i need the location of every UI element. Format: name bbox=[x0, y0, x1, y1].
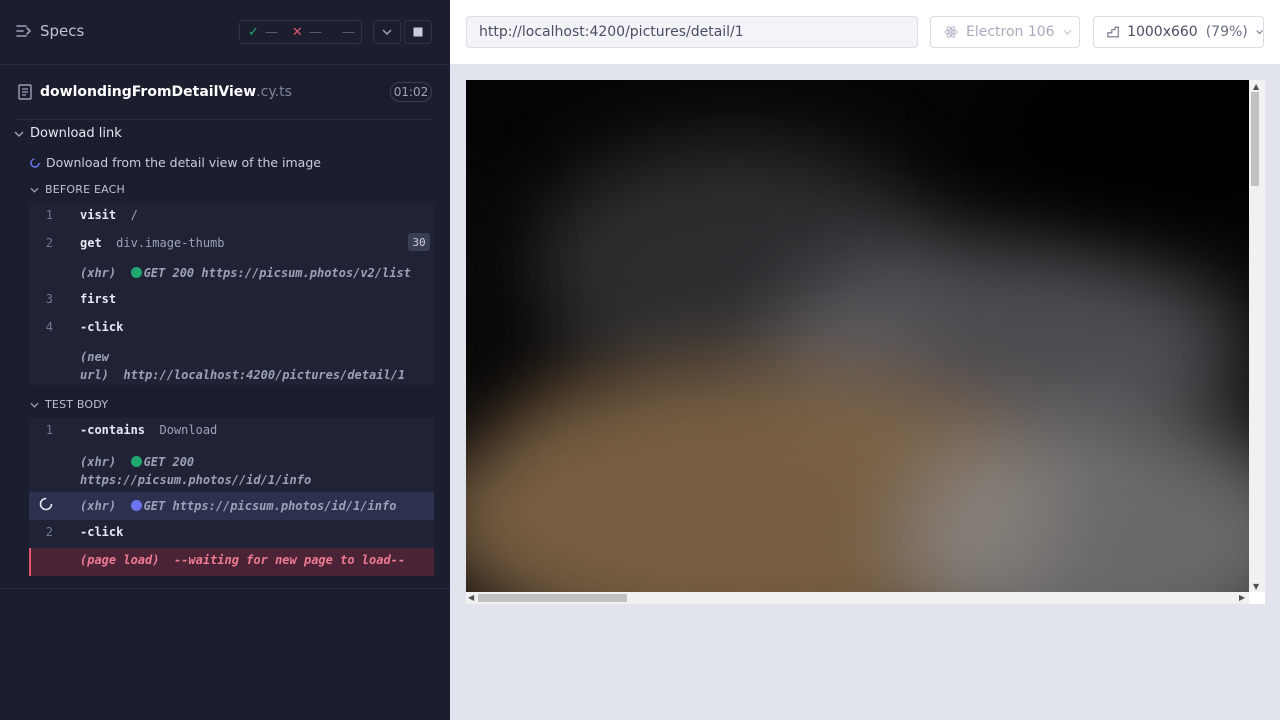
suite-title-row[interactable]: Download link bbox=[14, 126, 122, 141]
spec-file-basename: dowlondingFromDetailView bbox=[40, 84, 257, 100]
xhr-url: https://picsum.photos//id/1/info bbox=[80, 473, 312, 487]
command-name: get bbox=[80, 236, 102, 250]
test-title: Download from the detail view of the ima… bbox=[46, 155, 321, 170]
chevron-down-icon bbox=[1063, 29, 1072, 35]
running-spinner-icon bbox=[30, 157, 40, 168]
passed-check-icon: ✓ bbox=[248, 24, 259, 40]
specs-toggle-button[interactable]: Specs bbox=[16, 22, 84, 40]
reporter-panel: Specs ✓ — ✕ — — dowlondingFromDetailView… bbox=[0, 0, 450, 720]
loading-spinner-icon bbox=[39, 497, 53, 511]
before-each-hook-header[interactable]: BEFORE EACH bbox=[30, 183, 125, 196]
spec-file-header: dowlondingFromDetailView.cy.ts 01:02 bbox=[0, 64, 450, 120]
scroll-up-arrow-icon[interactable]: ▲ bbox=[1253, 82, 1259, 91]
xhr-request: GET https://picsum.photos/id/1/info bbox=[143, 499, 397, 513]
status-dot-icon bbox=[130, 456, 142, 467]
pending-page-load-row[interactable]: (page load) --waiting for new page to lo… bbox=[29, 548, 434, 576]
command-message: Download bbox=[159, 423, 218, 437]
command-name: first bbox=[80, 292, 117, 306]
status-dot-icon bbox=[130, 267, 142, 278]
browser-selector[interactable]: Electron 106 bbox=[930, 16, 1080, 48]
chevron-down-icon bbox=[30, 187, 39, 193]
failed-count: — bbox=[308, 24, 322, 40]
scroll-down-arrow-icon[interactable]: ▼ bbox=[1253, 582, 1259, 591]
test-stats: ✓ — ✕ — — bbox=[239, 20, 362, 44]
suite-title: Download link bbox=[30, 126, 122, 141]
command-name: -click bbox=[80, 525, 124, 539]
viewport-scale: (79%) bbox=[1205, 24, 1248, 40]
command-message: / bbox=[130, 208, 138, 222]
browser-name: Electron 106 bbox=[966, 24, 1055, 40]
new-url: http://localhost:4200/pictures/detail/1 bbox=[123, 368, 406, 382]
duration-badge: 01:02 bbox=[390, 82, 432, 102]
before-each-label: BEFORE EACH bbox=[45, 183, 126, 196]
document-icon bbox=[18, 84, 32, 100]
command-number: 1 bbox=[45, 208, 53, 222]
command-number: 3 bbox=[45, 292, 53, 306]
command-number: 1 bbox=[45, 423, 53, 437]
command-message: div.image-thumb bbox=[116, 236, 225, 250]
chevron-down-icon bbox=[382, 29, 392, 35]
command-number: 4 bbox=[45, 320, 53, 334]
aut-panel: http://localhost:4200/pictures/detail/1 … bbox=[450, 0, 1280, 720]
divider bbox=[0, 588, 450, 589]
specs-list-icon bbox=[16, 25, 32, 37]
command-kind: (page load) bbox=[80, 553, 160, 567]
xhr-request: GET 200 https://picsum.photos/v2/list bbox=[143, 266, 411, 280]
chevron-down-icon bbox=[14, 131, 24, 137]
electron-icon bbox=[944, 26, 958, 38]
active-command-row[interactable]: (xhr) GET https://picsum.photos/id/1/inf… bbox=[29, 492, 434, 520]
command-message: --waiting for new page to load-- bbox=[173, 553, 406, 567]
collapse-button[interactable] bbox=[373, 20, 401, 44]
chevron-down-icon bbox=[1256, 30, 1263, 35]
status-dot-icon bbox=[130, 500, 142, 511]
viewport-selector[interactable]: 1000x660 (79%) bbox=[1093, 16, 1264, 48]
scroll-left-arrow-icon[interactable]: ◀ bbox=[468, 593, 474, 602]
horizontal-scroll-thumb[interactable] bbox=[478, 594, 627, 602]
test-body-commands-cont: 2 -click bbox=[29, 520, 434, 548]
element-count-badge: 30 bbox=[408, 233, 430, 251]
command-kind: (new bbox=[80, 350, 109, 364]
viewport-size: 1000x660 bbox=[1127, 24, 1198, 40]
passed-count: — bbox=[264, 24, 278, 40]
test-body-header[interactable]: TEST BODY bbox=[30, 398, 108, 411]
stop-icon bbox=[413, 27, 423, 37]
pending-count: — bbox=[341, 24, 355, 40]
url-bar[interactable]: http://localhost:4200/pictures/detail/1 bbox=[466, 16, 918, 48]
xhr-request: GET 200 bbox=[143, 455, 195, 469]
spec-file-name: dowlondingFromDetailView.cy.ts bbox=[40, 84, 292, 100]
command-kind: (xhr) bbox=[80, 499, 117, 513]
command-name: visit bbox=[80, 208, 117, 222]
command-number: 2 bbox=[45, 525, 53, 539]
ruler-icon bbox=[1107, 26, 1119, 38]
browser-toolbar: http://localhost:4200/pictures/detail/1 … bbox=[450, 0, 1280, 64]
command-kind: (xhr) bbox=[80, 266, 117, 280]
divider bbox=[16, 119, 434, 120]
command-kind: (xhr) bbox=[80, 455, 117, 469]
command-kind: url) bbox=[80, 368, 109, 382]
reporter-header: Specs ✓ — ✕ — — bbox=[0, 0, 450, 64]
stop-button[interactable] bbox=[404, 20, 432, 44]
detail-photo bbox=[466, 80, 1249, 592]
failed-x-icon: ✕ bbox=[291, 24, 303, 40]
chevron-down-icon bbox=[30, 402, 39, 408]
specs-label: Specs bbox=[40, 22, 85, 40]
test-body-label: TEST BODY bbox=[45, 398, 109, 411]
test-title-row[interactable]: Download from the detail view of the ima… bbox=[30, 155, 321, 170]
command-name: -click bbox=[80, 320, 124, 334]
vertical-scroll-thumb[interactable] bbox=[1251, 92, 1259, 186]
command-name: -contains bbox=[80, 423, 146, 437]
spec-file-extension: .cy.ts bbox=[256, 84, 292, 100]
scroll-right-arrow-icon[interactable]: ▶ bbox=[1239, 593, 1245, 602]
app-under-test-frame[interactable]: ▲ ▼ ◀ ▶ bbox=[466, 80, 1265, 604]
command-number: 2 bbox=[45, 236, 53, 250]
before-each-commands: 1 visit / 2 get div.image-thumb 30 (xhr)… bbox=[29, 203, 434, 385]
